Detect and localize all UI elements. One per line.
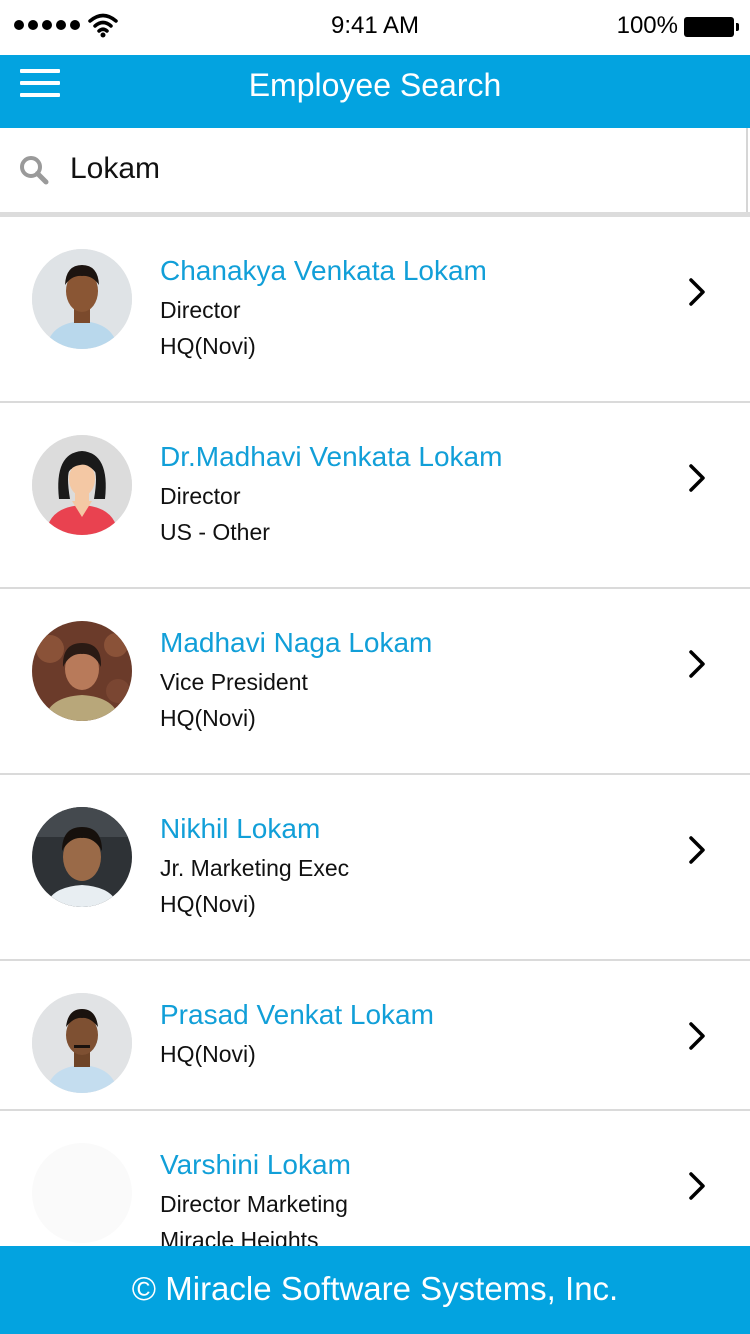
employee-location: US - Other (160, 519, 270, 545)
employee-location: HQ(Novi) (160, 705, 256, 731)
avatar (32, 435, 132, 535)
chevron-right-icon (689, 1172, 705, 1200)
employee-location: HQ(Novi) (160, 333, 256, 359)
employee-name: Nikhil Lokam (160, 813, 321, 844)
employee-location: Miracle Heights (160, 1227, 319, 1246)
chevron-right-icon (689, 464, 705, 492)
search-bar (0, 128, 748, 212)
employee-name: Dr.Madhavi Venkata Lokam (160, 441, 503, 472)
avatar (32, 1143, 132, 1243)
employee-row[interactable]: Madhavi Naga Lokam Vice President HQ(Nov… (0, 589, 750, 775)
avatar (32, 621, 132, 721)
search-input[interactable] (70, 146, 710, 192)
battery-icon (684, 17, 739, 37)
employee-title: Director Marketing (160, 1191, 348, 1217)
avatar (32, 993, 132, 1093)
employee-row[interactable]: Nikhil Lokam Jr. Marketing Exec HQ(Novi) (0, 775, 750, 961)
employee-name: Madhavi Naga Lokam (160, 627, 433, 658)
employee-row[interactable]: Chanakya Venkata Lokam Director HQ(Novi) (0, 217, 750, 403)
battery-percentage: 100% (616, 12, 678, 39)
search-icon (20, 156, 49, 185)
avatar (32, 249, 132, 349)
employee-list: Chanakya Venkata Lokam Director HQ(Novi)… (0, 217, 750, 1246)
employee-name: Varshini Lokam (160, 1149, 351, 1180)
employee-row[interactable]: Varshini Lokam Director Marketing Miracl… (0, 1111, 750, 1246)
employee-title: Director (160, 483, 241, 509)
avatar (32, 807, 132, 907)
nav-bar: Employee Search (0, 55, 750, 128)
footer: © Miracle Software Systems, Inc. (0, 1246, 750, 1334)
employee-title: Director (160, 297, 241, 323)
copyright-text: © Miracle Software Systems, Inc. (131, 1270, 619, 1307)
status-bar: 9:41 AM 100% (0, 0, 750, 55)
employee-name: Prasad Venkat Lokam (160, 999, 434, 1030)
employee-name: Chanakya Venkata Lokam (160, 255, 487, 286)
employee-location: HQ(Novi) (160, 891, 256, 917)
chevron-right-icon (689, 836, 705, 864)
chevron-right-icon (689, 650, 705, 678)
employee-title: Vice President (160, 669, 308, 695)
employee-row[interactable]: Dr.Madhavi Venkata Lokam Director US - O… (0, 403, 750, 589)
page-title: Employee Search (248, 67, 502, 103)
chevron-right-icon (689, 1022, 705, 1050)
employee-title: Jr. Marketing Exec (160, 855, 350, 881)
chevron-right-icon (689, 278, 705, 306)
employee-row[interactable]: Prasad Venkat Lokam HQ(Novi) (0, 961, 750, 1111)
employee-location: HQ(Novi) (160, 1041, 256, 1067)
